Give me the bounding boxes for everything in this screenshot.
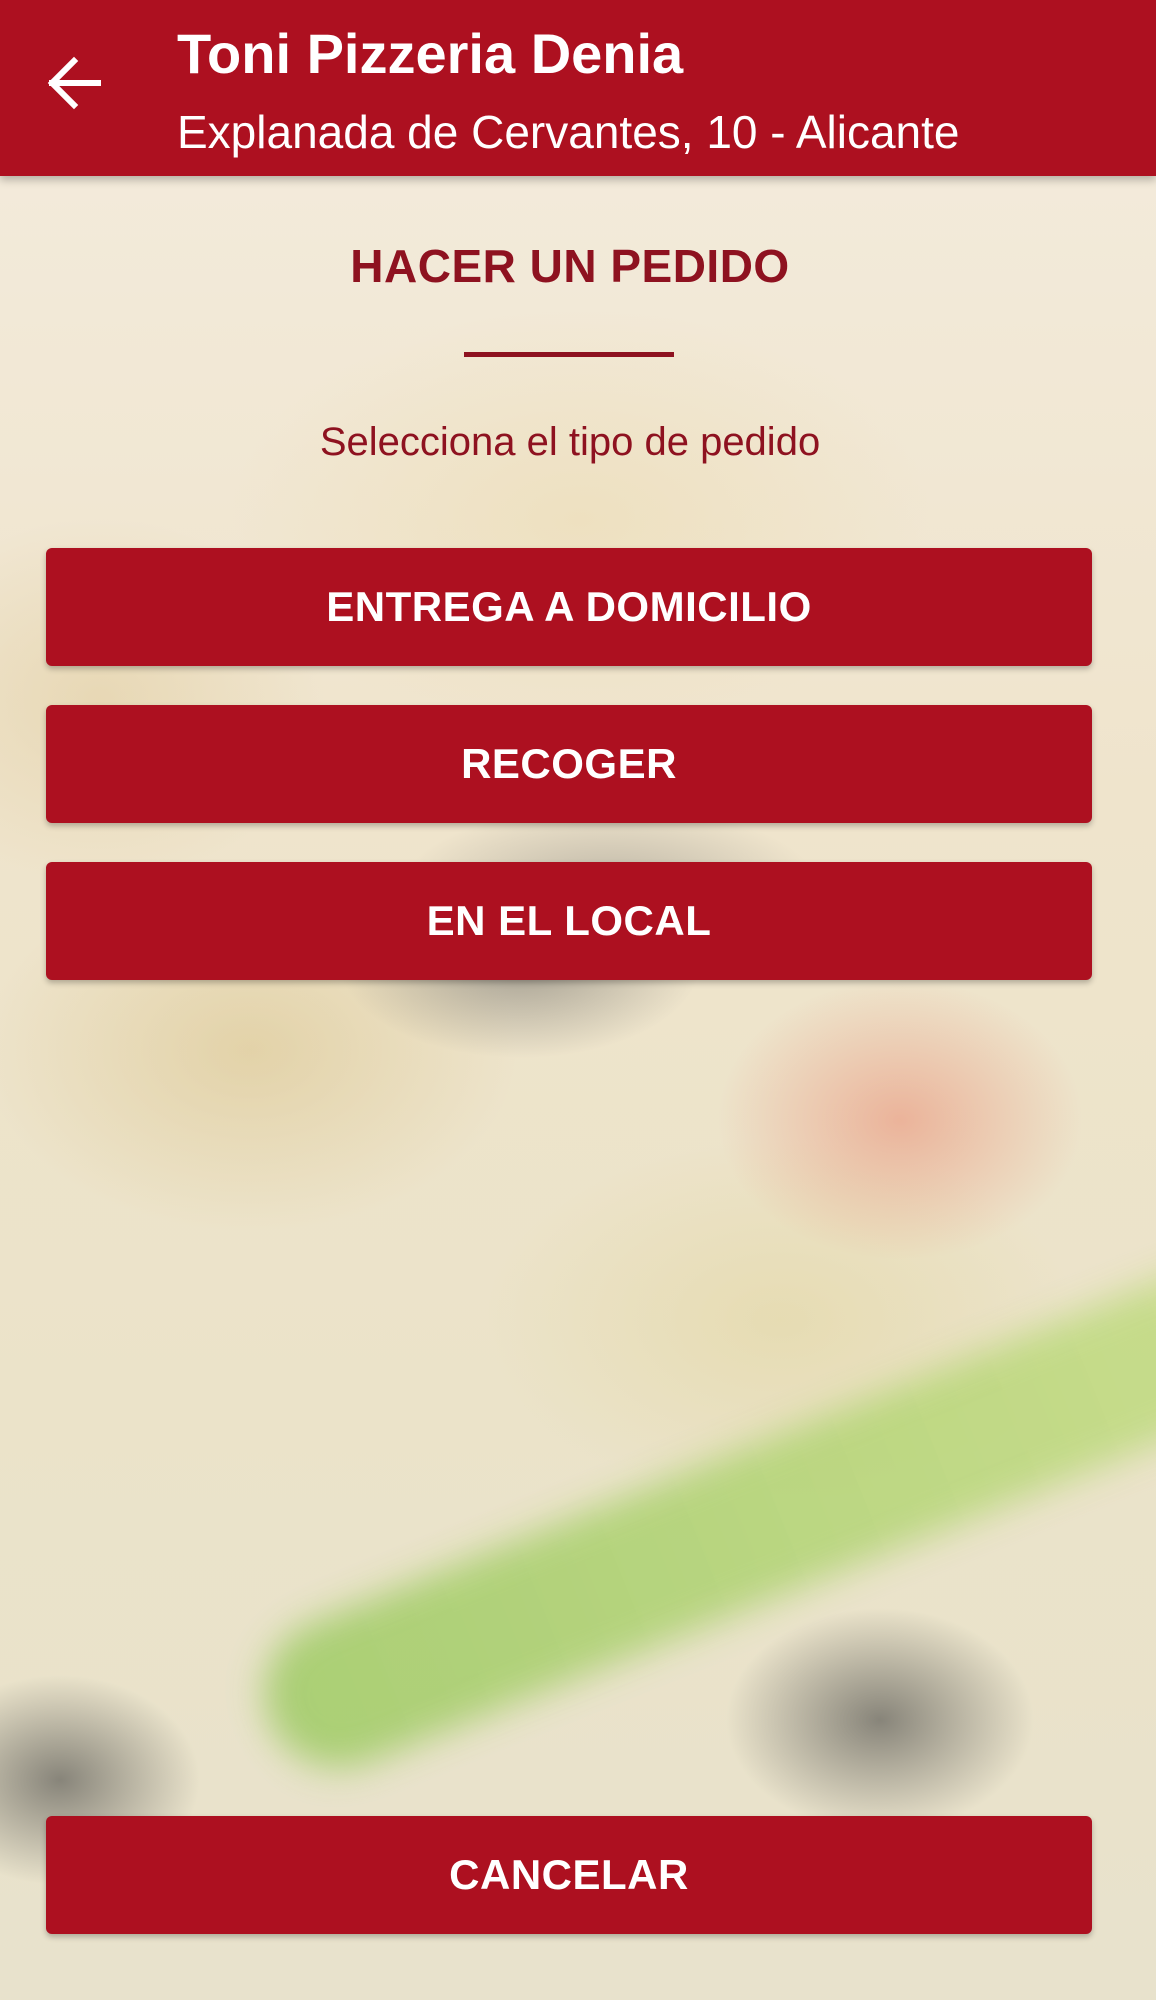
arrow-back-icon [47,56,101,110]
instruction-text: Selecciona el tipo de pedido [319,420,821,464]
dine-in-button[interactable]: EN EL LOCAL [46,862,1092,980]
restaurant-name: Toni Pizzeria Denia [177,22,684,85]
title-divider [464,352,674,357]
page-title: HACER UN PEDIDO [350,240,790,292]
pickup-button[interactable]: RECOGER [46,705,1092,823]
pizza-background-image [0,0,1156,2000]
home-delivery-button[interactable]: ENTREGA A DOMICILIO [46,548,1092,666]
background-pepper-slice [241,1239,1156,1791]
restaurant-address: Explanada de Cervantes, 10 - Alicante [177,106,960,158]
app-bar: Toni Pizzeria Denia Explanada de Cervant… [0,0,1156,176]
back-button[interactable] [38,48,108,118]
cancel-button[interactable]: CANCELAR [46,1816,1092,1934]
